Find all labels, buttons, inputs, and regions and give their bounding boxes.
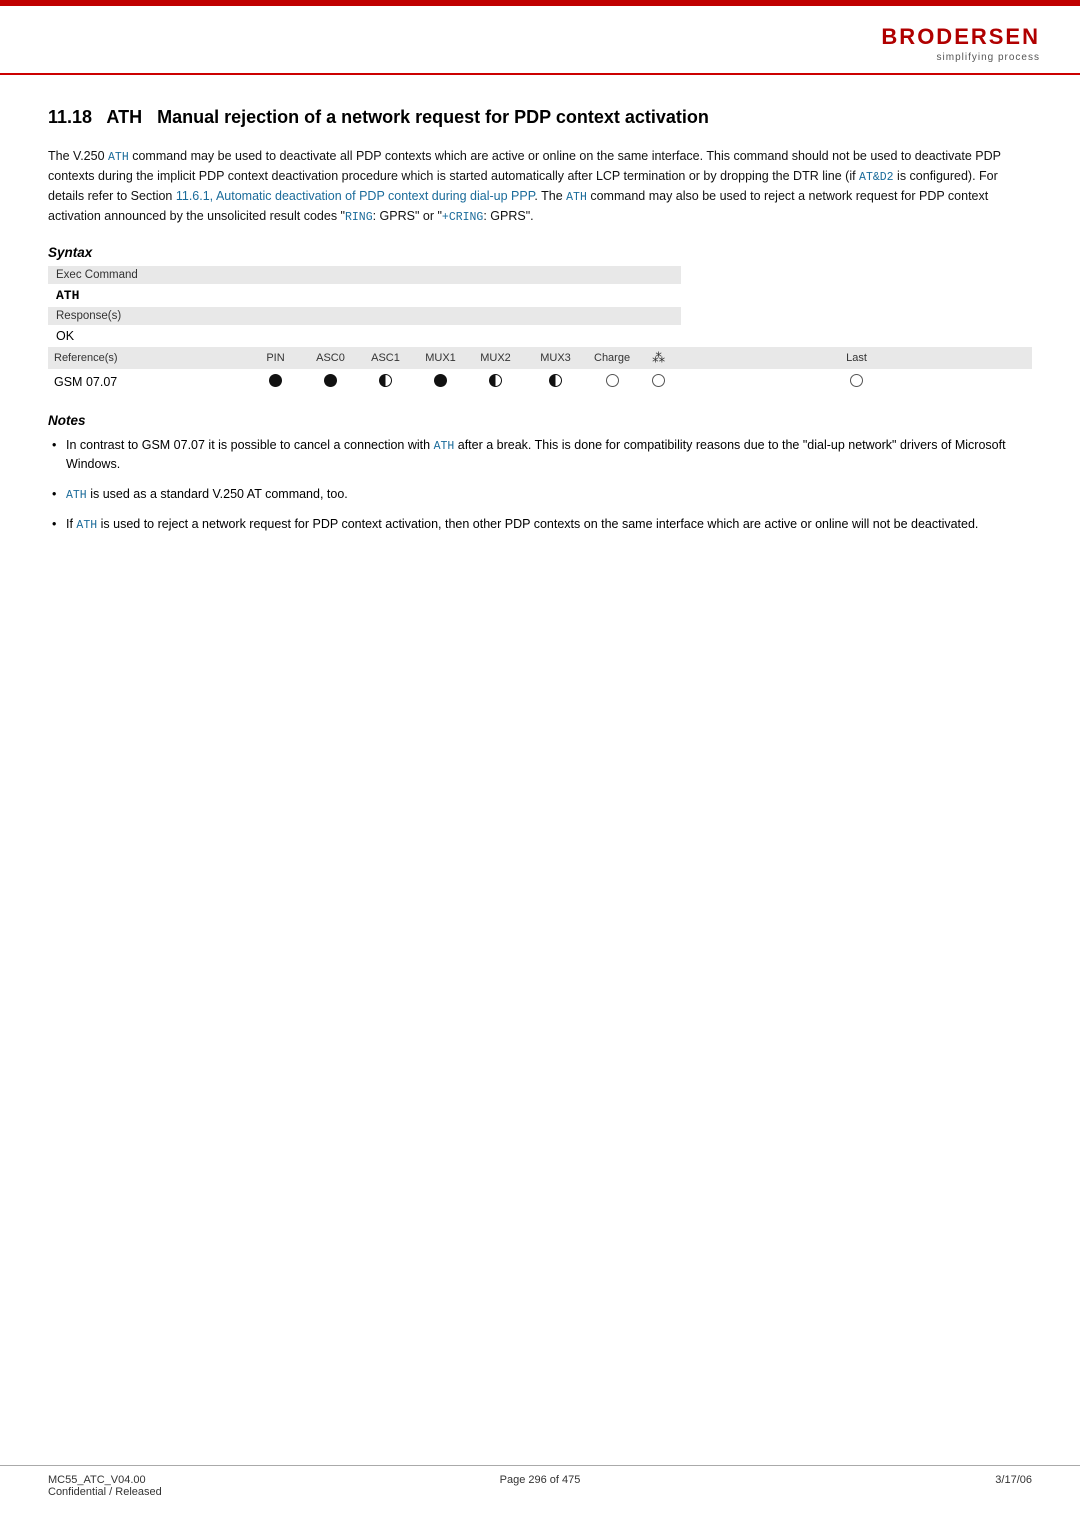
responses-header-row: Response(s) (48, 307, 1032, 325)
exec-command-data-row: ATH (48, 284, 1032, 307)
pin-icon (269, 374, 282, 387)
responses-label: Response(s) (48, 307, 681, 325)
mux3-icon (549, 374, 562, 387)
wave-icon (652, 374, 665, 387)
ath-link-1[interactable]: ATH (108, 151, 129, 164)
charge-cell (588, 369, 636, 395)
footer-center: Page 296 of 475 (376, 1474, 704, 1498)
atd2-link[interactable]: AT&D2 (859, 171, 894, 184)
asc1-icon (379, 374, 392, 387)
col-mux3-header: MUX3 (523, 347, 588, 369)
mux2-icon (489, 374, 502, 387)
exec-command-header-row: Exec Command (48, 266, 1032, 284)
mux1-cell (413, 369, 468, 395)
last-icon (850, 374, 863, 387)
section-command: ATH (106, 107, 142, 127)
col-asc0-header: ASC0 (303, 347, 358, 369)
ath-note-link-3[interactable]: ATH (76, 519, 97, 532)
last-cell (681, 369, 1032, 395)
exec-command-label: Exec Command (48, 266, 681, 284)
mux3-cell (523, 369, 588, 395)
asc0-cell (303, 369, 358, 395)
references-data-row: GSM 07.07 (48, 369, 1032, 395)
section-link[interactable]: 11.6.1, Automatic deactivation of PDP co… (176, 189, 535, 203)
logo-sub: simplifying process (937, 52, 1040, 63)
note-item-3: If ATH is used to reject a network reque… (48, 515, 1032, 535)
note-item-2: ATH is used as a standard V.250 AT comma… (48, 485, 1032, 505)
ath-note-link-2[interactable]: ATH (66, 489, 87, 502)
notes-list: In contrast to GSM 07.07 it is possible … (48, 436, 1032, 535)
col-mux2-header: MUX2 (468, 347, 523, 369)
logo-text: BRODERSEN (881, 24, 1040, 50)
ring-link[interactable]: RING (345, 211, 373, 224)
ath-link-2[interactable]: ATH (566, 191, 587, 204)
col-wave-header: ⁂ (636, 347, 681, 369)
note-item-1: In contrast to GSM 07.07 it is possible … (48, 436, 1032, 475)
references-label: Reference(s) (48, 347, 248, 369)
footer-left: MC55_ATC_V04.00 Confidential / Released (48, 1474, 376, 1498)
pin-cell (248, 369, 303, 395)
section-title: 11.18 ATH Manual rejection of a network … (48, 105, 1032, 129)
exec-command-value: ATH (48, 284, 681, 307)
asc1-cell (358, 369, 413, 395)
ath-note-link[interactable]: ATH (434, 440, 455, 453)
content: 11.18 ATH Manual rejection of a network … (0, 75, 1080, 574)
syntax-table: Exec Command ATH Response(s) OK Referenc… (48, 266, 1032, 395)
responses-data-row: OK (48, 325, 1032, 347)
charge-icon (606, 374, 619, 387)
col-mux1-header: MUX1 (413, 347, 468, 369)
header: BRODERSEN simplifying process (0, 6, 1080, 75)
page: BRODERSEN simplifying process 11.18 ATH … (0, 0, 1080, 1528)
asc0-icon (324, 374, 337, 387)
footer-doc-id: MC55_ATC_V04.00 (48, 1474, 376, 1486)
col-charge-header: Charge (588, 347, 636, 369)
section-number: 11.18 (48, 107, 92, 127)
col-pin-header: PIN (248, 347, 303, 369)
col-asc1-header: ASC1 (358, 347, 413, 369)
cring-link[interactable]: +CRING (442, 211, 483, 224)
footer-confidential: Confidential / Released (48, 1486, 376, 1498)
footer: MC55_ATC_V04.00 Confidential / Released … (0, 1465, 1080, 1498)
col-last-header: Last (681, 347, 1032, 369)
responses-value: OK (48, 325, 681, 347)
section-heading: Manual rejection of a network request fo… (157, 107, 709, 127)
notes-label: Notes (48, 413, 1032, 428)
syntax-label: Syntax (48, 245, 1032, 260)
logo-area: BRODERSEN simplifying process (881, 24, 1040, 63)
references-header-row: Reference(s) PIN ASC0 ASC1 MUX1 MUX2 MUX… (48, 347, 1032, 369)
mux1-icon (434, 374, 447, 387)
body-paragraph: The V.250 ATH command may be used to dea… (48, 147, 1032, 226)
wave-cell (636, 369, 681, 395)
footer-right: 3/17/06 (704, 1474, 1032, 1498)
mux2-cell (468, 369, 523, 395)
gsm-label: GSM 07.07 (48, 369, 248, 395)
